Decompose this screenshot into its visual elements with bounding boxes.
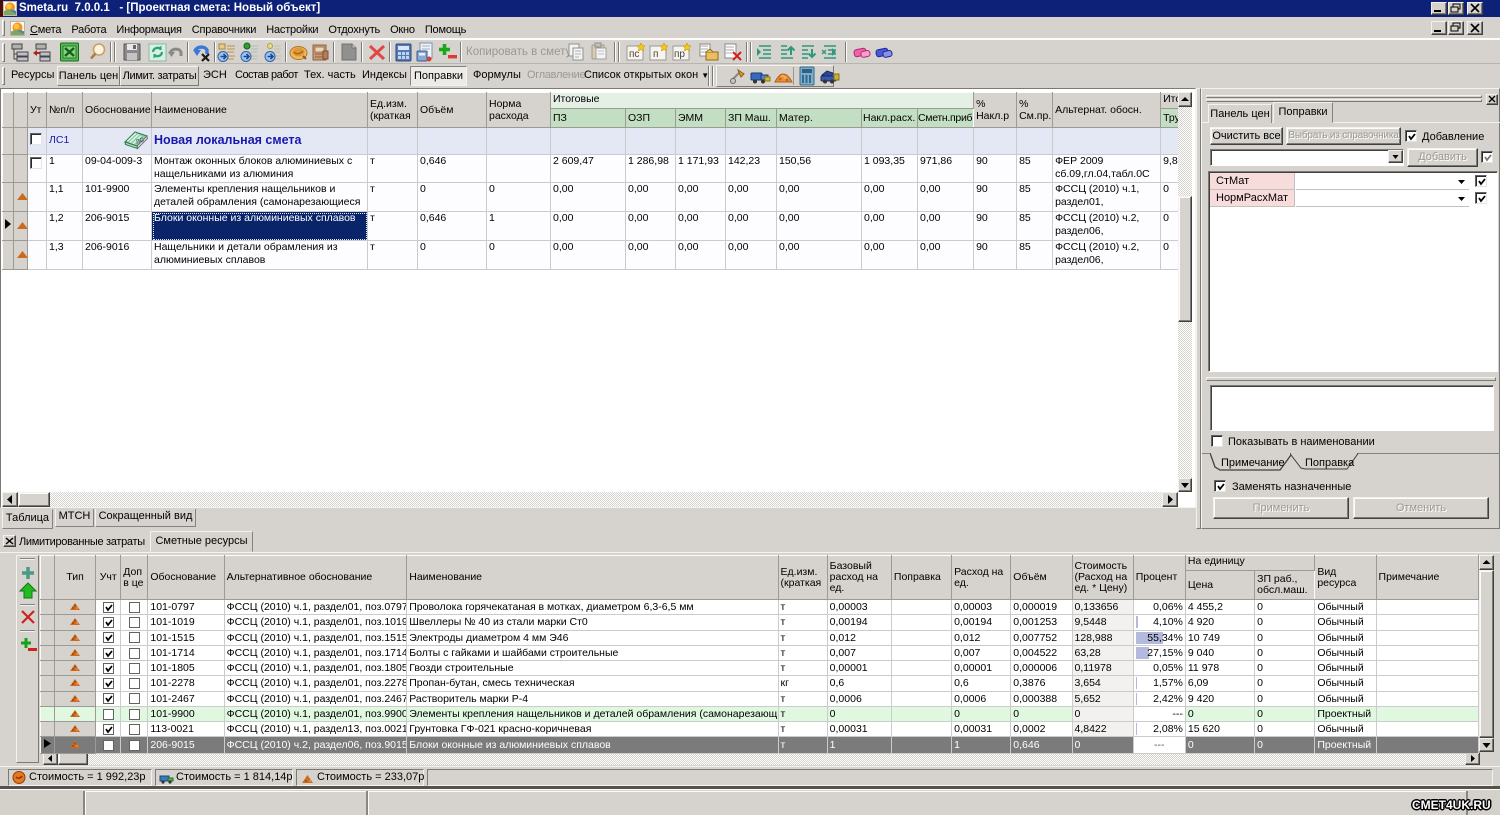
svg-text:Поправка: Поправка bbox=[1305, 457, 1355, 469]
svg-text:пс: пс bbox=[629, 49, 639, 60]
svg-text:Примечание: Примечание bbox=[1221, 457, 1285, 469]
svg-text:пр: пр bbox=[674, 49, 685, 60]
svg-text:п: п bbox=[653, 49, 658, 60]
